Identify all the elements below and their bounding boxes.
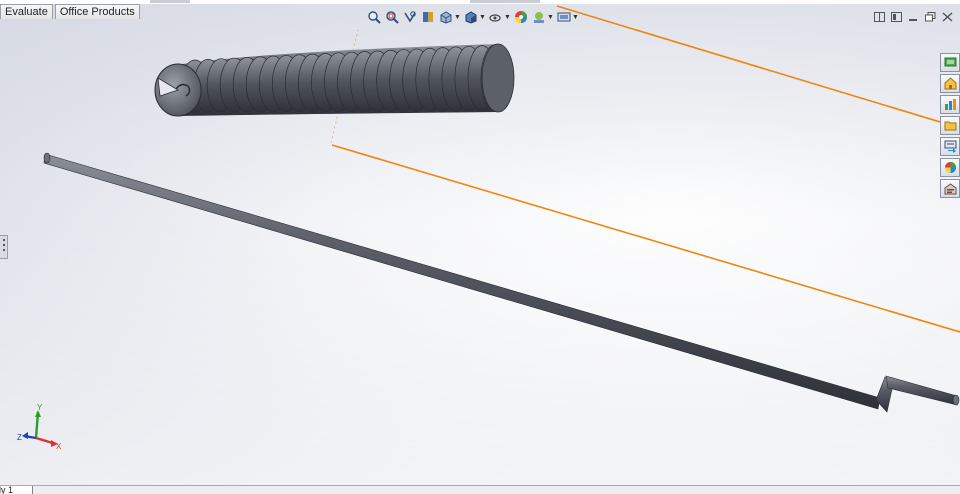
command-manager-tabs: Evaluate Office Products bbox=[0, 4, 142, 19]
view-settings-icon[interactable] bbox=[556, 10, 571, 25]
file-explorer-icon[interactable] bbox=[940, 95, 960, 114]
close-icon[interactable] bbox=[940, 10, 954, 23]
coil-turns bbox=[180, 44, 510, 113]
crank-rod-part[interactable] bbox=[43, 152, 960, 413]
reference-triad: Y X Z bbox=[17, 404, 62, 451]
hide-show-items-icon[interactable] bbox=[488, 10, 503, 25]
triad-y-label: Y bbox=[37, 404, 43, 412]
spring-coil-part[interactable] bbox=[154, 43, 515, 117]
view-palette-icon[interactable] bbox=[940, 137, 960, 156]
resources-icon[interactable] bbox=[940, 53, 960, 72]
task-pane-tabs bbox=[940, 53, 960, 200]
chevron-down-icon[interactable]: ▼ bbox=[504, 14, 511, 21]
view-orientation-icon[interactable] bbox=[438, 10, 453, 25]
apply-scene-icon[interactable] bbox=[531, 10, 546, 25]
triad-x-label: X bbox=[56, 442, 62, 451]
restore-icon[interactable] bbox=[923, 10, 937, 23]
previous-view-icon[interactable] bbox=[402, 10, 417, 25]
chevron-down-icon[interactable]: ▼ bbox=[479, 14, 486, 21]
display-style-icon[interactable] bbox=[463, 10, 478, 25]
tile-vertical-icon[interactable] bbox=[889, 10, 903, 23]
design-library-icon[interactable] bbox=[940, 74, 960, 93]
status-bar: dy 1 bbox=[0, 485, 960, 494]
zoom-to-fit-icon[interactable] bbox=[366, 10, 381, 25]
tile-icon[interactable] bbox=[872, 10, 886, 23]
chevron-down-icon[interactable]: ▼ bbox=[454, 14, 461, 21]
heads-up-view-toolbar: ▼ ▼ ▼ ▼ ▼ bbox=[366, 8, 581, 26]
minimize-icon[interactable] bbox=[906, 10, 920, 23]
chevron-down-icon[interactable]: ▼ bbox=[572, 14, 579, 21]
top-strip bbox=[0, 0, 960, 4]
model-scene bbox=[43, 5, 960, 413]
folder-icon[interactable] bbox=[940, 116, 960, 135]
zoom-to-area-icon[interactable] bbox=[384, 10, 399, 25]
feature-manager-collapse-handle[interactable] bbox=[0, 235, 8, 259]
edit-appearance-icon[interactable] bbox=[513, 10, 528, 25]
chevron-down-icon[interactable]: ▼ bbox=[547, 14, 554, 21]
appearances-icon[interactable] bbox=[940, 158, 960, 177]
section-view-icon[interactable] bbox=[420, 10, 435, 25]
tab-evaluate[interactable]: Evaluate bbox=[0, 4, 53, 19]
custom-properties-icon[interactable] bbox=[940, 179, 960, 198]
tab-office-products[interactable]: Office Products bbox=[54, 4, 140, 19]
triad-z-label: Z bbox=[17, 433, 22, 442]
window-controls bbox=[869, 10, 954, 23]
model-tab[interactable]: dy 1 bbox=[0, 486, 33, 494]
